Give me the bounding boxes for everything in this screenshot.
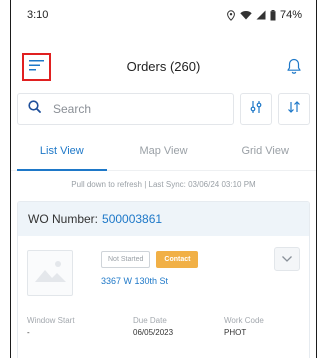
due-date-field: Due Date 06/05/2023 <box>133 316 173 337</box>
sync-status-text: Pull down to refresh | Last Sync: 03/06/… <box>71 180 256 189</box>
search-icon <box>28 100 41 118</box>
work-code-label: Work Code <box>224 316 264 325</box>
due-date-label: Due Date <box>133 316 167 325</box>
wifi-icon <box>240 10 252 20</box>
app-screen: 3:10 74% Orders (260) Search List View M… <box>10 0 317 358</box>
expand-button[interactable] <box>274 247 300 271</box>
work-code-value: PHOT <box>224 328 247 337</box>
sort-button[interactable] <box>278 93 310 125</box>
order-badges: Not Started Contact <box>101 251 199 268</box>
tab-grid-view[interactable]: Grid View <box>214 131 316 170</box>
search-box[interactable] <box>17 93 234 125</box>
search-row <box>17 93 310 125</box>
menu-button[interactable] <box>22 53 51 81</box>
filter-sliders-icon <box>249 100 263 119</box>
window-start-field: Window Start - <box>27 316 75 337</box>
chevron-down-icon <box>281 250 293 268</box>
order-address[interactable]: 3367 W 130th St <box>101 276 168 286</box>
contact-button[interactable]: Contact <box>156 251 199 268</box>
tab-map-view[interactable]: Map View <box>113 131 215 170</box>
view-tabs: List View Map View Grid View <box>11 131 316 171</box>
image-placeholder-icon <box>33 258 67 289</box>
location-icon <box>226 9 236 21</box>
app-header: Orders (260) <box>11 46 316 86</box>
battery-icon <box>270 9 276 21</box>
battery-percent: 74% <box>279 9 302 21</box>
notifications-button[interactable] <box>284 56 304 76</box>
order-thumbnail <box>27 250 73 296</box>
window-start-label: Window Start <box>27 316 75 325</box>
tab-list-view[interactable]: List View <box>11 131 113 171</box>
search-input[interactable] <box>53 102 223 116</box>
due-date-value: 06/05/2023 <box>133 328 174 337</box>
order-card-header: WO Number: 500003861 <box>18 202 309 236</box>
status-badge: Not Started <box>101 251 151 268</box>
filter-button[interactable] <box>240 93 272 125</box>
window-start-value: - <box>27 328 30 337</box>
bell-icon <box>284 58 304 80</box>
order-card[interactable]: WO Number: 500003861 Not Started Contact… <box>17 201 310 358</box>
work-code-field: Work Code PHOT <box>224 316 264 337</box>
status-time: 3:10 <box>27 9 49 21</box>
status-bar: 3:10 74% <box>11 0 316 30</box>
wo-number-label: WO Number: <box>28 212 99 226</box>
sort-arrows-icon <box>287 100 301 119</box>
signal-icon <box>256 10 266 20</box>
wo-number-value: 500003861 <box>102 212 163 226</box>
page-title: Orders (260) <box>126 58 201 74</box>
status-icons: 74% <box>226 9 302 21</box>
hamburger-menu-icon <box>29 58 44 76</box>
